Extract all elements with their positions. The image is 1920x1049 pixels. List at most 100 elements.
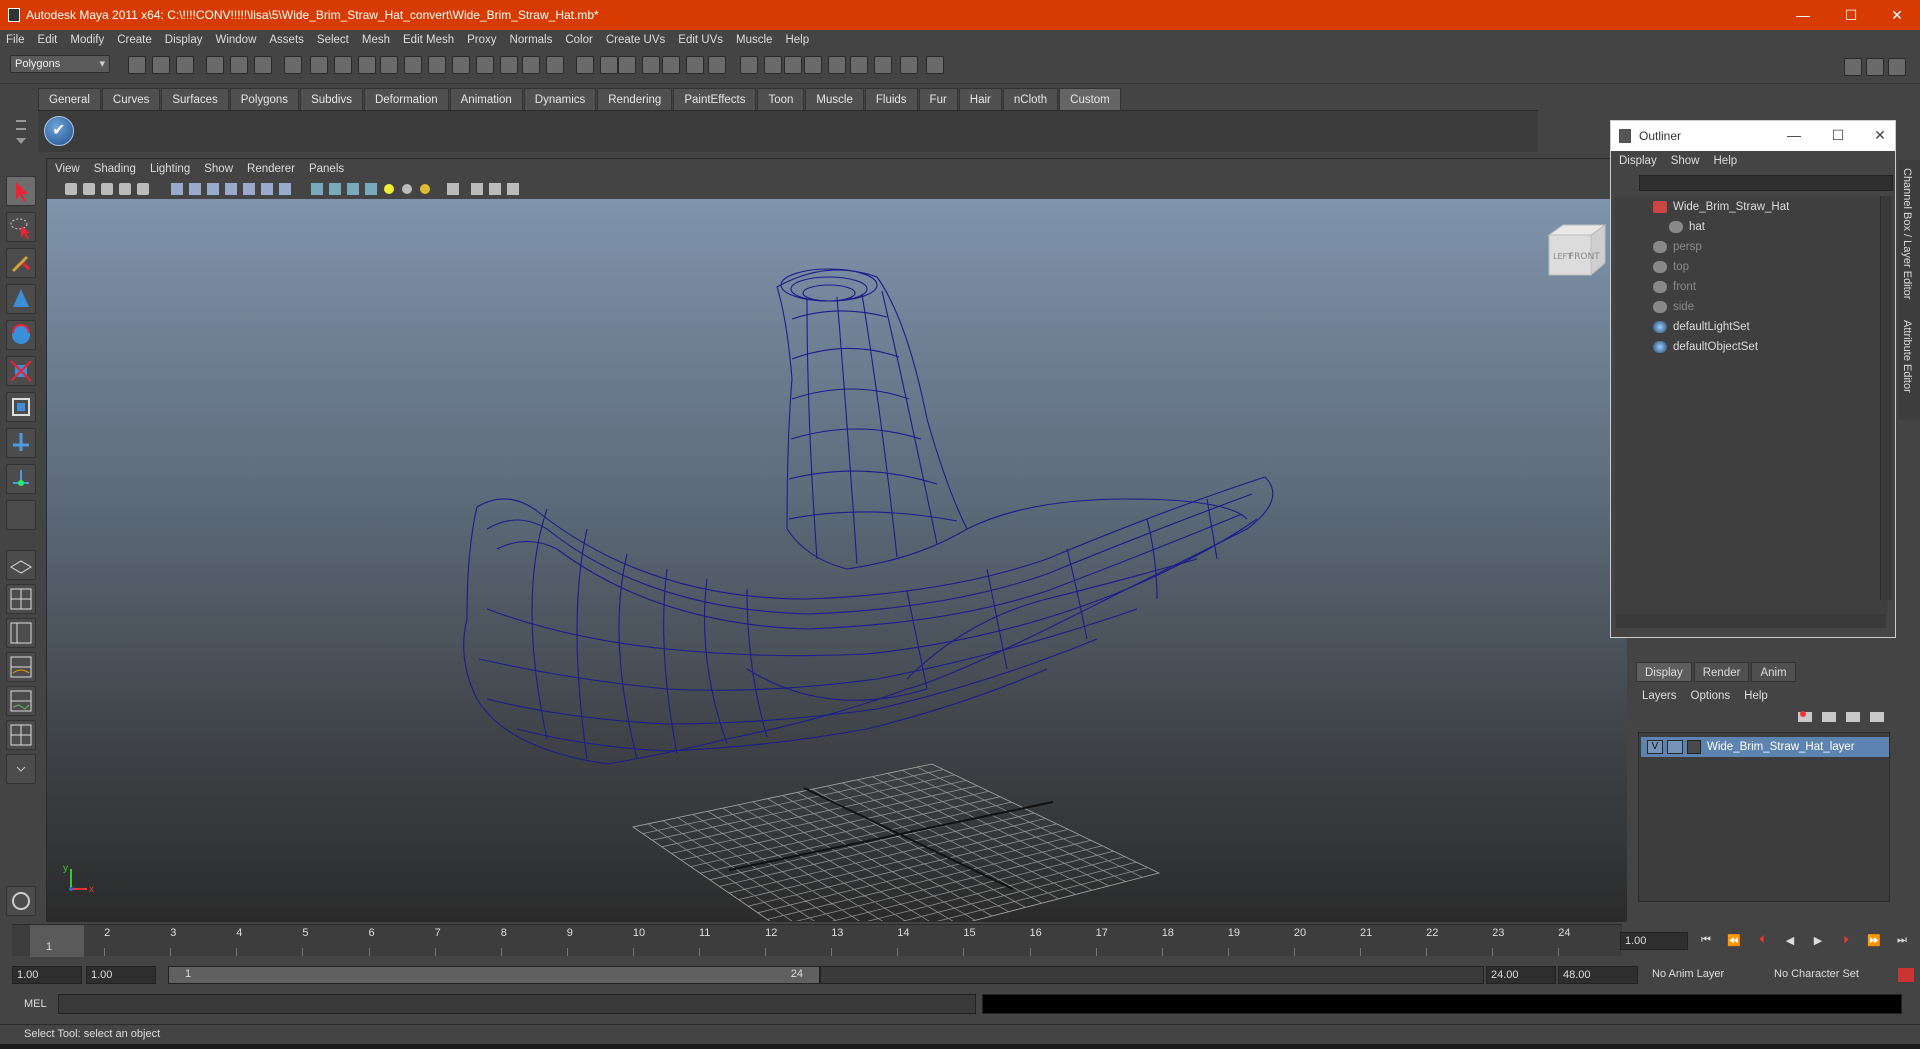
status-tool-icon[interactable] bbox=[850, 56, 868, 74]
layer-menu-options[interactable]: Options bbox=[1691, 690, 1731, 702]
outliner-maximize-button[interactable]: ☐ bbox=[1823, 127, 1853, 144]
shelf-grip[interactable] bbox=[12, 116, 30, 152]
status-tool-icon[interactable] bbox=[206, 56, 224, 74]
shelf-tab-dynamics[interactable]: Dynamics bbox=[523, 88, 597, 110]
outliner-menu-show[interactable]: Show bbox=[1671, 155, 1700, 167]
status-tool-icon[interactable] bbox=[476, 56, 494, 74]
shelf-tab-muscle[interactable]: Muscle bbox=[805, 88, 864, 110]
menu-create[interactable]: Create bbox=[117, 34, 152, 46]
menu-edit-uvs[interactable]: Edit UVs bbox=[678, 34, 723, 46]
panel-toggle-icon[interactable] bbox=[1844, 58, 1862, 76]
shelf-tab-fluids[interactable]: Fluids bbox=[864, 88, 918, 110]
status-tool-icon[interactable] bbox=[546, 56, 564, 74]
step-forward-frame-icon[interactable]: ⏩ bbox=[1864, 934, 1884, 950]
outliner-vertical-scrollbar[interactable] bbox=[1880, 196, 1892, 600]
mel-label[interactable]: MEL bbox=[24, 998, 47, 1010]
status-tool-icon[interactable] bbox=[522, 56, 540, 74]
panel-menu-panels[interactable]: Panels bbox=[309, 163, 344, 175]
menu-assets[interactable]: Assets bbox=[269, 34, 304, 46]
maximize-button[interactable]: ☐ bbox=[1828, 0, 1874, 30]
side-tab-channel-box[interactable]: Channel Box / Layer Editor bbox=[1901, 168, 1913, 299]
animation-end-field[interactable]: 48.00 bbox=[1558, 966, 1638, 984]
step-back-frame-icon[interactable]: ⏪ bbox=[1724, 934, 1744, 950]
status-tool-icon[interactable] bbox=[784, 56, 802, 74]
viewport-canvas[interactable]: LEFT FRONT y x bbox=[47, 199, 1627, 921]
menu-window[interactable]: Window bbox=[215, 34, 256, 46]
panel-menu-show[interactable]: Show bbox=[204, 163, 233, 175]
outliner-filter-field[interactable] bbox=[1639, 175, 1893, 191]
status-tool-icon[interactable] bbox=[686, 56, 704, 74]
status-tool-icon[interactable] bbox=[764, 56, 782, 74]
menu-create-uvs[interactable]: Create UVs bbox=[606, 34, 665, 46]
playback-start-field[interactable]: 1.00 bbox=[86, 966, 156, 984]
outliner-minimize-button[interactable]: — bbox=[1779, 127, 1809, 143]
go-to-start-icon[interactable]: ⏮ bbox=[1696, 934, 1716, 950]
status-tool-icon[interactable] bbox=[926, 56, 944, 74]
single-perspective-layout-icon[interactable] bbox=[6, 550, 36, 580]
current-time-marker[interactable]: 1 bbox=[30, 925, 84, 957]
shelf-tab-general[interactable]: General bbox=[38, 88, 101, 110]
shelf-tab-curves[interactable]: Curves bbox=[101, 88, 161, 110]
status-tool-icon[interactable] bbox=[576, 56, 594, 74]
layer-buttons[interactable] bbox=[1794, 708, 1894, 726]
outliner-item[interactable]: defaultObjectSet bbox=[1615, 337, 1885, 357]
status-tool-icon[interactable] bbox=[740, 56, 758, 74]
character-set-selector[interactable]: No Character Set bbox=[1770, 966, 1890, 984]
time-slider[interactable]: 1234567891011121314151617181920212223241 bbox=[12, 924, 1622, 957]
hypershade-layout-icon[interactable] bbox=[6, 686, 36, 716]
view-cube[interactable]: LEFT FRONT bbox=[1543, 221, 1607, 281]
status-tool-icon[interactable] bbox=[284, 56, 302, 74]
paint-select-tool-icon[interactable] bbox=[6, 248, 36, 278]
outliner-horizontal-scrollbar[interactable] bbox=[1616, 614, 1886, 628]
menu-proxy[interactable]: Proxy bbox=[467, 34, 496, 46]
current-time-field[interactable]: 1.00 bbox=[1620, 932, 1688, 950]
layer-color-swatch[interactable] bbox=[1687, 740, 1701, 754]
shelf-tab-fur[interactable]: Fur bbox=[918, 88, 958, 110]
status-tool-icon[interactable] bbox=[600, 56, 618, 74]
menu-edit-mesh[interactable]: Edit Mesh bbox=[403, 34, 454, 46]
four-view-layout-icon[interactable] bbox=[6, 584, 36, 614]
status-tool-icon[interactable] bbox=[404, 56, 422, 74]
panel-toggle-icon[interactable] bbox=[1888, 58, 1906, 76]
status-tool-icon[interactable] bbox=[874, 56, 892, 74]
status-tool-icon[interactable] bbox=[152, 56, 170, 74]
menu-muscle[interactable]: Muscle bbox=[736, 34, 772, 46]
status-tool-icon[interactable] bbox=[804, 56, 822, 74]
last-tool-icon[interactable] bbox=[6, 500, 36, 530]
layout-expand-icon[interactable] bbox=[6, 754, 36, 784]
outliner-menu-help[interactable]: Help bbox=[1714, 155, 1738, 167]
shelf-tab-painteffects[interactable]: PaintEffects bbox=[673, 88, 757, 110]
menu-set-selector[interactable]: Polygons bbox=[10, 55, 110, 73]
auto-key-icon[interactable] bbox=[1898, 968, 1914, 982]
playback-range-slider[interactable]: 1 24 bbox=[168, 966, 820, 984]
panel-menu-shading[interactable]: Shading bbox=[94, 163, 136, 175]
menu-display[interactable]: Display bbox=[165, 34, 203, 46]
menu-color[interactable]: Color bbox=[565, 34, 592, 46]
layer-tab-render[interactable]: Render bbox=[1693, 662, 1750, 682]
shelf-tab-polygons[interactable]: Polygons bbox=[229, 88, 300, 110]
shelf-tab-subdivs[interactable]: Subdivs bbox=[300, 88, 363, 110]
outliner-graph-layout-icon[interactable] bbox=[6, 720, 36, 750]
panel-toggle-icon[interactable] bbox=[1866, 58, 1884, 76]
persp-graph-layout-icon[interactable] bbox=[6, 652, 36, 682]
lasso-tool-icon[interactable] bbox=[6, 212, 36, 242]
shelf-tab-surfaces[interactable]: Surfaces bbox=[161, 88, 229, 110]
status-tool-icon[interactable] bbox=[334, 56, 352, 74]
shelf-tab-deformation[interactable]: Deformation bbox=[363, 88, 449, 110]
layer-row[interactable]: V Wide_Brim_Straw_Hat_layer bbox=[1641, 737, 1889, 757]
menu-edit[interactable]: Edit bbox=[38, 34, 58, 46]
layer-playback-toggle[interactable] bbox=[1667, 740, 1683, 754]
shelf-tab-animation[interactable]: Animation bbox=[449, 88, 523, 110]
status-tool-icon[interactable] bbox=[230, 56, 248, 74]
scale-tool-icon[interactable] bbox=[6, 356, 36, 386]
outliner-item[interactable]: persp bbox=[1615, 237, 1885, 257]
menu-mesh[interactable]: Mesh bbox=[362, 34, 390, 46]
move-tool-icon[interactable] bbox=[6, 284, 36, 314]
status-tool-icon[interactable] bbox=[380, 56, 398, 74]
layer-tab-display[interactable]: Display bbox=[1636, 662, 1692, 682]
status-tool-icon[interactable] bbox=[642, 56, 660, 74]
status-tool-icon[interactable] bbox=[828, 56, 846, 74]
shelf-tab-custom[interactable]: Custom bbox=[1059, 88, 1121, 110]
layer-tab-anim[interactable]: Anim bbox=[1751, 662, 1796, 682]
status-tool-icon[interactable] bbox=[176, 56, 194, 74]
